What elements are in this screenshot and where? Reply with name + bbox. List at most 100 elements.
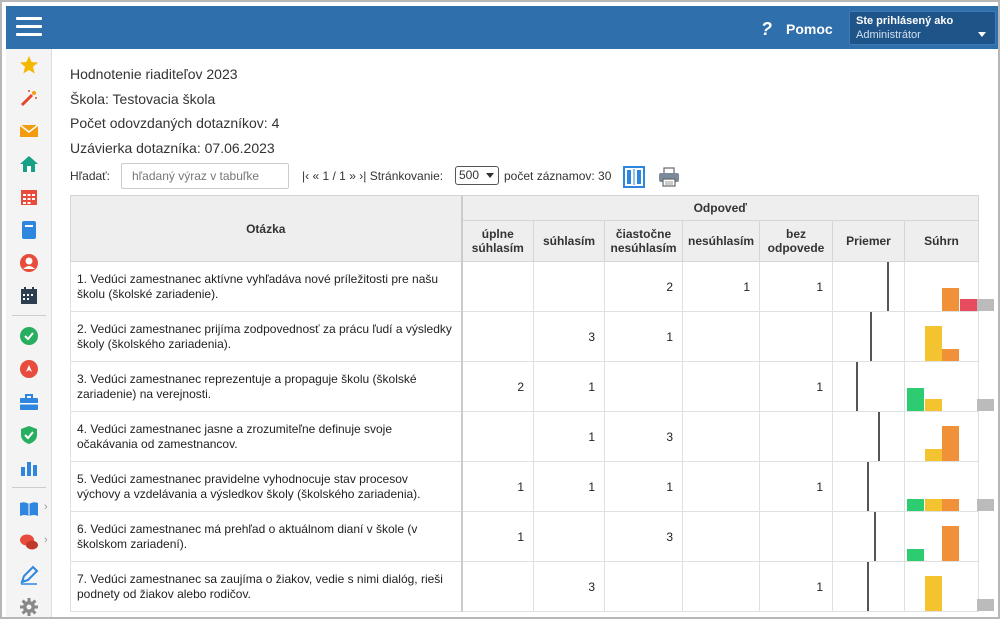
table-toolbar: Hľadať: |‹ « 1 / 1 » ›| Stránkovanie: 50…	[70, 163, 690, 189]
summary-cell	[904, 461, 994, 512]
report-info: Hodnotenie riaditeľov 2023 Škola: Testov…	[70, 62, 980, 160]
average-cell	[832, 511, 905, 562]
table-row: 6. Vedúci zamestnanec má prehľad o aktuá…	[70, 511, 979, 562]
home-icon[interactable]	[18, 153, 40, 175]
user-label: Ste prihlásený ako	[856, 15, 954, 27]
help-label: Pomoc	[786, 21, 833, 37]
briefcase-icon[interactable]	[18, 391, 40, 413]
bar-chart-icon[interactable]	[18, 457, 40, 479]
table-row: 1. Vedúci zamestnanec aktívne vyhľadáva …	[70, 261, 994, 312]
answer-count: 1	[461, 461, 534, 512]
summary-bar	[924, 499, 942, 511]
book-icon[interactable]	[18, 498, 40, 520]
table-row: 4. Vedúci zamestnanec jasne a zrozumiteľ…	[70, 411, 979, 462]
summary-bar	[942, 526, 959, 561]
envelope-icon[interactable]	[18, 120, 40, 142]
notebook-icon[interactable]	[18, 219, 40, 241]
average-marker	[874, 512, 876, 561]
answer-count	[533, 511, 605, 562]
table-row: 5. Vedúci zamestnanec pravidelne vyhodno…	[70, 461, 994, 512]
chat-icon[interactable]	[18, 531, 40, 553]
summary-bar	[907, 388, 924, 411]
answer-count	[461, 261, 534, 312]
shield-check-icon[interactable]	[18, 424, 40, 446]
pager-next-button[interactable]: »	[349, 169, 356, 183]
average-marker	[870, 312, 872, 361]
answer-count	[682, 461, 760, 512]
summary-cell	[904, 361, 994, 412]
question-text: 1. Vedúci zamestnanec aktívne vyhľadáva …	[70, 261, 463, 312]
column-header-answer[interactable]: bez odpovede	[759, 220, 833, 262]
average-cell	[832, 311, 905, 362]
pager-last-button[interactable]: ›|	[359, 169, 366, 183]
column-header-summary[interactable]: Súhrn	[904, 220, 979, 262]
column-header-answer[interactable]: čiastočne nesúhlasím	[604, 220, 683, 262]
answer-count	[759, 511, 833, 562]
summary-bar	[942, 426, 959, 461]
column-header-question[interactable]: Otázka	[70, 195, 463, 262]
answer-count: 3	[533, 561, 605, 612]
magic-wand-icon[interactable]	[18, 87, 40, 109]
average-marker	[867, 562, 869, 611]
paging-select[interactable]: 500	[455, 166, 499, 185]
average-marker	[856, 362, 858, 411]
summary-bar	[924, 326, 942, 361]
summary-cell	[904, 561, 994, 612]
user-icon[interactable]	[18, 252, 40, 274]
question-text: 5. Vedúci zamestnanec pravidelne vyhodno…	[70, 461, 463, 512]
answer-count: 3	[533, 311, 605, 362]
answer-count	[682, 411, 760, 462]
answer-count	[604, 361, 683, 412]
user-dropdown[interactable]: Ste prihlásený ako Administrátor	[849, 11, 996, 45]
column-header-average[interactable]: Priemer	[832, 220, 905, 262]
pager-prev-button[interactable]: «	[312, 169, 319, 183]
answer-count	[682, 311, 760, 362]
summary-cell	[904, 511, 979, 562]
answer-count: 1	[759, 461, 833, 512]
answer-count: 2	[461, 361, 534, 412]
app-window: ? Pomoc Ste prihlásený ako Administrátor	[0, 0, 1000, 619]
answer-count	[682, 361, 760, 412]
column-header-answer[interactable]: úplne súhlasím	[461, 220, 534, 262]
answer-count: 1	[759, 361, 833, 412]
chevron-down-icon	[978, 32, 986, 37]
help-button[interactable]: ? Pomoc	[761, 18, 833, 40]
answer-count	[604, 561, 683, 612]
records-count: počet záznamov: 30	[504, 169, 612, 183]
print-icon[interactable]	[658, 167, 680, 187]
question-text: 4. Vedúci zamestnanec jasne a zrozumiteľ…	[70, 411, 463, 462]
average-cell	[832, 361, 905, 412]
pager: |‹ « 1 / 1 » ›| Stránkovanie:	[302, 169, 443, 183]
search-input[interactable]	[121, 163, 289, 189]
location-pin-icon[interactable]	[18, 358, 40, 380]
pen-icon[interactable]	[18, 564, 40, 586]
answer-count	[533, 261, 605, 312]
summary-bar	[977, 499, 994, 511]
check-circle-icon[interactable]	[18, 325, 40, 347]
answer-count: 1	[604, 311, 683, 362]
summary-bar	[977, 299, 994, 311]
average-marker	[878, 412, 880, 461]
summary-bar	[977, 399, 994, 411]
star-icon[interactable]	[18, 54, 40, 76]
answer-count: 1	[604, 461, 683, 512]
gear-icon[interactable]	[18, 596, 40, 617]
summary-bar	[942, 349, 959, 361]
column-header-answer[interactable]: nesúhlasím	[682, 220, 760, 262]
answer-count	[461, 561, 534, 612]
average-marker	[867, 462, 869, 511]
calendar-grid-icon[interactable]	[18, 186, 40, 208]
pager-first-button[interactable]: |‹	[302, 169, 309, 183]
paging-label: Stránkovanie:	[369, 169, 444, 183]
menu-hamburger-icon[interactable]	[16, 17, 42, 39]
chevron-down-icon	[486, 173, 494, 178]
column-header-answer[interactable]: súhlasím	[533, 220, 605, 262]
sidebar-divider	[12, 487, 46, 488]
summary-bar	[907, 499, 924, 511]
columns-icon[interactable]	[623, 166, 645, 188]
calendar-icon[interactable]	[18, 285, 40, 307]
chevron-right-icon: ›	[44, 534, 48, 546]
question-mark-icon: ?	[761, 18, 772, 39]
average-cell	[832, 261, 905, 312]
paging-value: 500	[459, 168, 480, 182]
